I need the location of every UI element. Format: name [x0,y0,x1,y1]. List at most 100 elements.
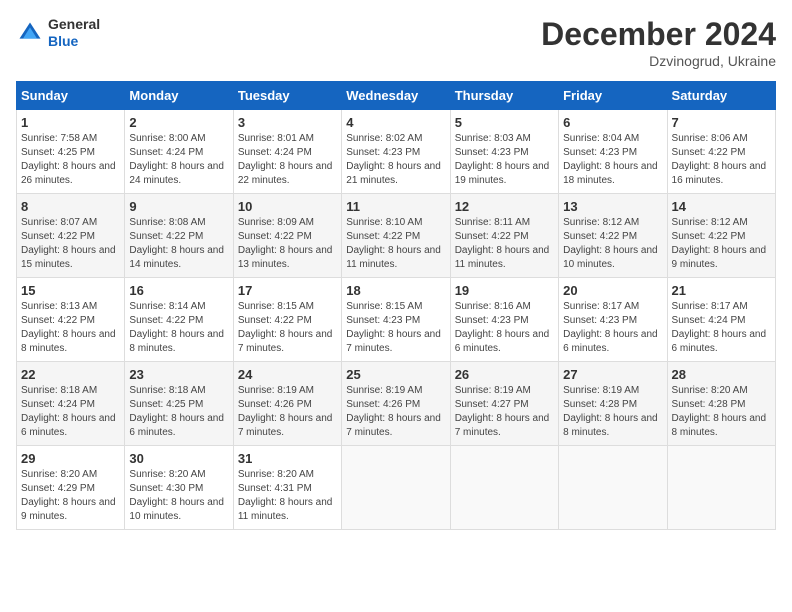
day-number: 3 [238,115,337,130]
day-info: Sunrise: 8:03 AM Sunset: 4:23 PM Dayligh… [455,132,554,188]
weekday-header: Friday [559,82,667,110]
calendar-cell: 6 Sunrise: 8:04 AM Sunset: 4:23 PM Dayli… [559,110,667,194]
day-number: 9 [129,199,228,214]
day-info: Sunrise: 8:19 AM Sunset: 4:28 PM Dayligh… [563,384,662,440]
calendar-cell: 30 Sunrise: 8:20 AM Sunset: 4:30 PM Dayl… [125,446,233,530]
location: Dzvinogrud, Ukraine [541,53,776,69]
calendar-cell: 11 Sunrise: 8:10 AM Sunset: 4:22 PM Dayl… [342,194,450,278]
logo-text: General Blue [48,16,100,50]
day-number: 24 [238,367,337,382]
day-number: 17 [238,283,337,298]
day-info: Sunrise: 8:07 AM Sunset: 4:22 PM Dayligh… [21,216,120,272]
day-number: 15 [21,283,120,298]
weekday-header: Saturday [667,82,775,110]
calendar-cell: 13 Sunrise: 8:12 AM Sunset: 4:22 PM Dayl… [559,194,667,278]
calendar-cell: 14 Sunrise: 8:12 AM Sunset: 4:22 PM Dayl… [667,194,775,278]
title-area: December 2024 Dzvinogrud, Ukraine [541,16,776,69]
calendar-cell: 3 Sunrise: 8:01 AM Sunset: 4:24 PM Dayli… [233,110,341,194]
day-info: Sunrise: 8:20 AM Sunset: 4:29 PM Dayligh… [21,468,120,524]
calendar-cell: 26 Sunrise: 8:19 AM Sunset: 4:27 PM Dayl… [450,362,558,446]
day-number: 14 [672,199,771,214]
day-info: Sunrise: 8:18 AM Sunset: 4:24 PM Dayligh… [21,384,120,440]
calendar-table: SundayMondayTuesdayWednesdayThursdayFrid… [16,81,776,530]
day-info: Sunrise: 8:12 AM Sunset: 4:22 PM Dayligh… [563,216,662,272]
weekday-header: Wednesday [342,82,450,110]
day-number: 20 [563,283,662,298]
day-info: Sunrise: 8:19 AM Sunset: 4:26 PM Dayligh… [346,384,445,440]
calendar-cell: 2 Sunrise: 8:00 AM Sunset: 4:24 PM Dayli… [125,110,233,194]
day-number: 6 [563,115,662,130]
weekday-header: Sunday [17,82,125,110]
day-number: 16 [129,283,228,298]
calendar-cell: 18 Sunrise: 8:15 AM Sunset: 4:23 PM Dayl… [342,278,450,362]
calendar-cell: 20 Sunrise: 8:17 AM Sunset: 4:23 PM Dayl… [559,278,667,362]
weekday-header: Monday [125,82,233,110]
day-number: 26 [455,367,554,382]
day-info: Sunrise: 8:09 AM Sunset: 4:22 PM Dayligh… [238,216,337,272]
day-number: 18 [346,283,445,298]
calendar-cell: 5 Sunrise: 8:03 AM Sunset: 4:23 PM Dayli… [450,110,558,194]
day-info: Sunrise: 8:20 AM Sunset: 4:28 PM Dayligh… [672,384,771,440]
calendar-header: SundayMondayTuesdayWednesdayThursdayFrid… [17,82,776,110]
day-info: Sunrise: 8:11 AM Sunset: 4:22 PM Dayligh… [455,216,554,272]
day-info: Sunrise: 8:18 AM Sunset: 4:25 PM Dayligh… [129,384,228,440]
day-number: 7 [672,115,771,130]
calendar-week-row: 8 Sunrise: 8:07 AM Sunset: 4:22 PM Dayli… [17,194,776,278]
day-info: Sunrise: 8:20 AM Sunset: 4:31 PM Dayligh… [238,468,337,524]
calendar-cell [342,446,450,530]
day-number: 12 [455,199,554,214]
day-info: Sunrise: 8:02 AM Sunset: 4:23 PM Dayligh… [346,132,445,188]
day-info: Sunrise: 8:12 AM Sunset: 4:22 PM Dayligh… [672,216,771,272]
day-number: 4 [346,115,445,130]
calendar-cell: 24 Sunrise: 8:19 AM Sunset: 4:26 PM Dayl… [233,362,341,446]
calendar-cell: 22 Sunrise: 8:18 AM Sunset: 4:24 PM Dayl… [17,362,125,446]
day-info: Sunrise: 8:15 AM Sunset: 4:23 PM Dayligh… [346,300,445,356]
calendar-cell: 8 Sunrise: 8:07 AM Sunset: 4:22 PM Dayli… [17,194,125,278]
calendar-cell [667,446,775,530]
calendar-cell [450,446,558,530]
calendar-cell: 25 Sunrise: 8:19 AM Sunset: 4:26 PM Dayl… [342,362,450,446]
day-number: 30 [129,451,228,466]
day-info: Sunrise: 8:10 AM Sunset: 4:22 PM Dayligh… [346,216,445,272]
day-info: Sunrise: 8:00 AM Sunset: 4:24 PM Dayligh… [129,132,228,188]
calendar-week-row: 15 Sunrise: 8:13 AM Sunset: 4:22 PM Dayl… [17,278,776,362]
calendar-cell: 19 Sunrise: 8:16 AM Sunset: 4:23 PM Dayl… [450,278,558,362]
calendar-week-row: 1 Sunrise: 7:58 AM Sunset: 4:25 PM Dayli… [17,110,776,194]
day-info: Sunrise: 8:14 AM Sunset: 4:22 PM Dayligh… [129,300,228,356]
weekday-row: SundayMondayTuesdayWednesdayThursdayFrid… [17,82,776,110]
month-title: December 2024 [541,16,776,53]
day-number: 10 [238,199,337,214]
day-number: 13 [563,199,662,214]
calendar-cell: 4 Sunrise: 8:02 AM Sunset: 4:23 PM Dayli… [342,110,450,194]
day-number: 1 [21,115,120,130]
calendar-cell: 1 Sunrise: 7:58 AM Sunset: 4:25 PM Dayli… [17,110,125,194]
calendar-cell: 7 Sunrise: 8:06 AM Sunset: 4:22 PM Dayli… [667,110,775,194]
day-info: Sunrise: 7:58 AM Sunset: 4:25 PM Dayligh… [21,132,120,188]
calendar-cell: 23 Sunrise: 8:18 AM Sunset: 4:25 PM Dayl… [125,362,233,446]
day-info: Sunrise: 8:01 AM Sunset: 4:24 PM Dayligh… [238,132,337,188]
day-number: 19 [455,283,554,298]
calendar-cell: 15 Sunrise: 8:13 AM Sunset: 4:22 PM Dayl… [17,278,125,362]
day-number: 28 [672,367,771,382]
calendar-cell: 29 Sunrise: 8:20 AM Sunset: 4:29 PM Dayl… [17,446,125,530]
calendar-cell: 21 Sunrise: 8:17 AM Sunset: 4:24 PM Dayl… [667,278,775,362]
day-number: 11 [346,199,445,214]
day-info: Sunrise: 8:04 AM Sunset: 4:23 PM Dayligh… [563,132,662,188]
calendar-body: 1 Sunrise: 7:58 AM Sunset: 4:25 PM Dayli… [17,110,776,530]
calendar-cell: 16 Sunrise: 8:14 AM Sunset: 4:22 PM Dayl… [125,278,233,362]
day-number: 25 [346,367,445,382]
day-number: 29 [21,451,120,466]
day-info: Sunrise: 8:17 AM Sunset: 4:23 PM Dayligh… [563,300,662,356]
day-info: Sunrise: 8:06 AM Sunset: 4:22 PM Dayligh… [672,132,771,188]
page-header: General Blue December 2024 Dzvinogrud, U… [16,16,776,69]
day-number: 31 [238,451,337,466]
day-info: Sunrise: 8:13 AM Sunset: 4:22 PM Dayligh… [21,300,120,356]
calendar-cell: 9 Sunrise: 8:08 AM Sunset: 4:22 PM Dayli… [125,194,233,278]
weekday-header: Tuesday [233,82,341,110]
day-info: Sunrise: 8:15 AM Sunset: 4:22 PM Dayligh… [238,300,337,356]
logo: General Blue [16,16,100,50]
day-number: 27 [563,367,662,382]
calendar-cell [559,446,667,530]
calendar-cell: 27 Sunrise: 8:19 AM Sunset: 4:28 PM Dayl… [559,362,667,446]
weekday-header: Thursday [450,82,558,110]
